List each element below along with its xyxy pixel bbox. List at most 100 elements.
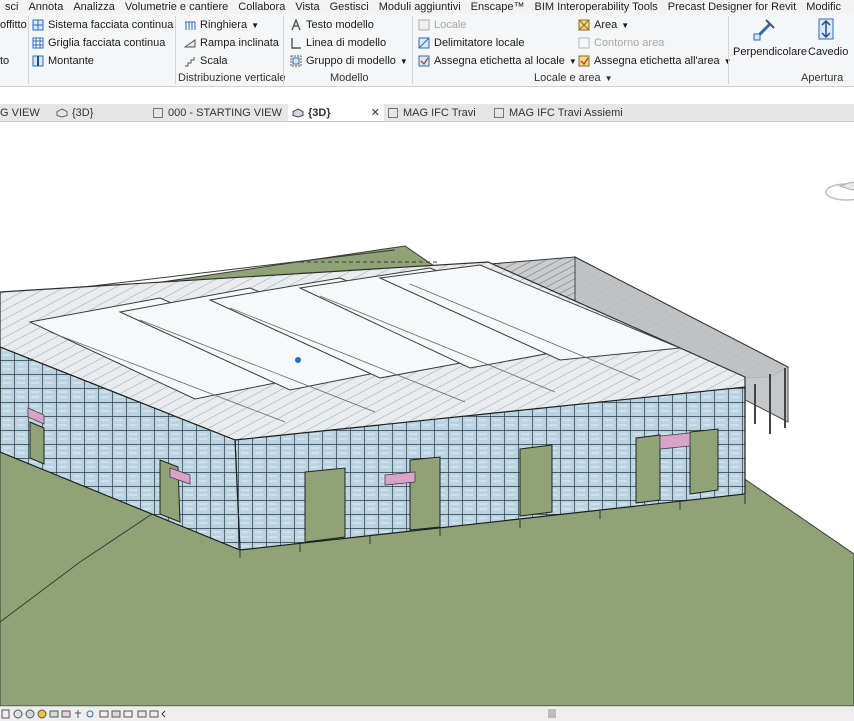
perpendicolare-icon-button[interactable]: [752, 16, 782, 42]
ribbon: offitto to Sistema facciata continua Gri…: [0, 14, 854, 87]
montante-button[interactable]: Montante: [32, 53, 94, 69]
ribbon-item-label: Ringhiera: [200, 19, 248, 31]
menu-item[interactable]: Moduli aggiuntivi: [374, 1, 466, 13]
railing-icon: [185, 21, 196, 30]
room-separator-icon: [418, 37, 430, 49]
gruppo-modello-button[interactable]: Gruppo di modello ▼: [290, 53, 408, 69]
scala-button[interactable]: Scala: [184, 53, 228, 69]
view-cube[interactable]: [825, 181, 854, 201]
ribbon-separator: [28, 16, 29, 84]
cavedio-button[interactable]: Cavedio: [808, 44, 848, 60]
ringhiera-button[interactable]: Ringhiera ▼: [184, 17, 259, 33]
tab-3d-1[interactable]: {3D}: [56, 104, 146, 121]
contorno-area-button[interactable]: Contorno area: [578, 35, 664, 51]
perpendicular-opening-icon: [753, 19, 775, 41]
schedule-icon: [388, 107, 398, 118]
tab-starting-view[interactable]: 000 - STARTING VIEW: [153, 104, 283, 121]
menu-item[interactable]: BIM Interoperability Tools: [529, 1, 662, 13]
assegna-etichetta-locale-button[interactable]: Assegna etichetta al locale ▼: [418, 53, 577, 69]
tab-label: 000 - STARTING VIEW: [168, 106, 282, 119]
mullion-icon: [32, 55, 44, 67]
tab-mag-ifc-travi[interactable]: MAG IFC Travi: [388, 104, 488, 121]
delimitatore-locale-button[interactable]: Delimitatore locale: [418, 35, 524, 51]
panel-label-modello: Modello: [330, 72, 369, 84]
menu-item[interactable]: Annota: [23, 1, 68, 13]
menu-item[interactable]: Volumetrie e cantiere: [120, 1, 233, 13]
menu-item[interactable]: Enscape™: [466, 1, 530, 13]
dropdown-arrow-icon: ▼: [621, 20, 630, 30]
close-tab-icon[interactable]: ✕: [371, 106, 380, 119]
ribbon-item-label: Scala: [200, 55, 228, 67]
curtain-system-icon: [32, 19, 44, 31]
ribbon-item-label: Rampa inclinata: [200, 37, 279, 49]
area-icon: [578, 19, 590, 31]
3d-view-icon: [56, 107, 68, 118]
ribbon-item-label: Gruppo di modello: [306, 55, 396, 67]
ribbon-item-label: Area: [594, 19, 618, 31]
ribbon-item-label: Sistema facciata continua: [48, 19, 174, 31]
dropdown-arrow-icon: ▼: [251, 20, 260, 30]
menu-item[interactable]: Collabora: [233, 1, 290, 13]
ribbon-item-label: Cavedio: [808, 46, 849, 58]
ribbon-item-label: Linea di modello: [306, 37, 387, 49]
ribbon-controsoffitto-button[interactable]: offitto: [0, 17, 27, 33]
3d-viewport[interactable]: [0, 122, 854, 706]
view-control-bar: [0, 706, 854, 721]
ramp-icon: [184, 39, 196, 48]
stair-icon: [185, 57, 195, 67]
panel-label-text: Locale e area: [534, 72, 601, 84]
tab-mag-ifc-travi-assiemi[interactable]: MAG IFC Travi Assiemi: [494, 104, 644, 121]
area-boundary-icon: [578, 37, 590, 49]
dropdown-arrow-icon: ▼: [604, 74, 613, 83]
assegna-etichetta-area-button[interactable]: Assegna etichetta all'area▼: [578, 53, 732, 69]
ribbon-item-label: to: [0, 55, 10, 67]
horizontal-scrollbar-thumb[interactable]: [548, 709, 556, 718]
ribbon-item-label: Testo modello: [306, 19, 374, 31]
menu-item[interactable]: Vista: [290, 1, 324, 13]
ribbon-item-label: Contorno area: [594, 37, 665, 49]
ribbon-item-label: Assegna etichetta all'area: [594, 55, 720, 67]
menu-item[interactable]: sci: [0, 1, 23, 13]
tab-3d-active[interactable]: {3D} ✕: [288, 104, 384, 121]
model-group-icon: [290, 55, 302, 67]
schedule-icon: [494, 107, 504, 118]
griglia-facciata-button[interactable]: Griglia facciata continua: [32, 35, 165, 51]
perpendicolare-button[interactable]: Perpendicolare: [733, 44, 807, 60]
testo-modello-button[interactable]: Testo modello: [290, 17, 374, 33]
ribbon-separator: [728, 16, 729, 84]
model-line-icon: [291, 38, 301, 49]
panel-label-apertura: Apertura: [801, 72, 844, 84]
roof-marker: [295, 357, 301, 363]
menu-item[interactable]: Precast Designer for Revit: [663, 1, 801, 13]
menu-bar: sci Annota Analizza Volumetrie e cantier…: [0, 0, 854, 14]
ribbon-cut-button[interactable]: to: [0, 53, 9, 69]
ribbon-separator: [175, 16, 176, 84]
ribbon-item-label: Griglia facciata continua: [48, 37, 166, 49]
tab-label: MAG IFC Travi Assiemi: [509, 106, 623, 119]
menu-item[interactable]: Analizza: [68, 1, 120, 13]
ribbon-separator: [412, 16, 413, 84]
rampa-button[interactable]: Rampa inclinata: [184, 35, 279, 51]
linea-modello-button[interactable]: Linea di modello: [290, 35, 386, 51]
3d-model-canvas[interactable]: [0, 122, 854, 706]
ribbon-item-label: offitto: [0, 19, 27, 31]
area-button[interactable]: Area ▼: [578, 17, 629, 33]
area-tag-icon: [578, 55, 590, 67]
ribbon-item-label: Perpendicolare: [733, 46, 807, 58]
tab-starting-view-cut[interactable]: G VIEW: [0, 104, 50, 121]
menu-item[interactable]: Gestisci: [325, 1, 374, 13]
panel-label-locale: Locale e area ▼: [534, 72, 613, 84]
tab-label: {3D}: [308, 106, 331, 119]
sistema-facciata-button[interactable]: Sistema facciata continua: [32, 17, 173, 33]
tab-label: MAG IFC Travi: [403, 106, 476, 119]
menu-item[interactable]: Modific: [801, 1, 846, 13]
view-tab-bar: G VIEW {3D} 000 - STARTING VIEW {3D} ✕ M…: [0, 104, 854, 122]
room-icon: [418, 19, 430, 31]
cavedio-icon-button[interactable]: [813, 16, 841, 42]
view-controls-icons[interactable]: [0, 708, 200, 720]
ribbon-item-label: Montante: [48, 55, 94, 67]
locale-button[interactable]: Locale: [418, 17, 466, 33]
3d-view-icon: [292, 107, 304, 118]
tab-label: {3D}: [72, 106, 94, 119]
dropdown-arrow-icon: ▼: [399, 56, 408, 66]
